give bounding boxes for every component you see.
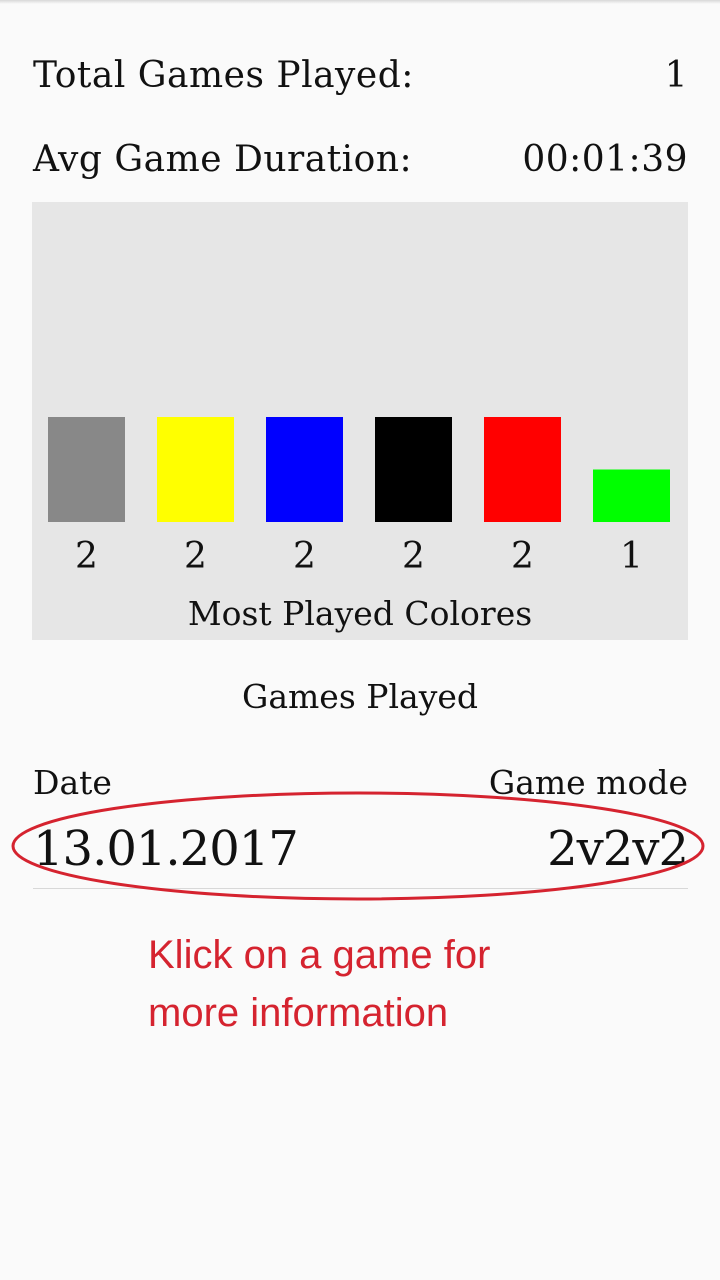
bar-value-gray: 2 bbox=[75, 536, 98, 577]
bar-gray bbox=[48, 417, 125, 522]
total-games-value: 1 bbox=[664, 55, 688, 96]
games-table-header: Date Game mode bbox=[33, 758, 688, 808]
annotation-line-2: more information bbox=[148, 991, 449, 1035]
header-game-mode: Game mode bbox=[488, 763, 688, 802]
game-mode: 2v2v2 bbox=[547, 821, 689, 877]
bar-value-yellow: 2 bbox=[184, 536, 207, 577]
annotation-line-1: Klick on a game for bbox=[148, 933, 491, 977]
bar-value-black: 2 bbox=[402, 536, 425, 577]
bar-black bbox=[375, 417, 452, 522]
avg-duration-value: 00:01:39 bbox=[522, 139, 688, 180]
header-date: Date bbox=[33, 763, 112, 802]
chart-title: Most Played Colores bbox=[187, 594, 533, 633]
games-played-title: Games Played bbox=[241, 677, 478, 716]
bar-yellow bbox=[157, 417, 234, 522]
bar-value-blue: 2 bbox=[293, 536, 316, 577]
bar-red bbox=[484, 417, 561, 522]
most-played-colors-chart: 2 2 2 2 2 1 Most Played Colores bbox=[32, 202, 688, 640]
bar-value-red: 2 bbox=[511, 536, 534, 577]
total-games-label: Total Games Played: bbox=[33, 55, 414, 96]
color-bar-chart: 2 2 2 2 2 1 bbox=[48, 417, 670, 577]
avg-duration-row: Avg Game Duration: 00:01:39 bbox=[33, 130, 688, 190]
annotation-text: Klick on a game for more information bbox=[148, 926, 668, 1042]
game-date: 13.01.2017 bbox=[33, 821, 299, 877]
total-games-row: Total Games Played: 1 bbox=[33, 46, 688, 106]
top-shadow bbox=[0, 0, 720, 4]
avg-duration-label: Avg Game Duration: bbox=[33, 139, 413, 180]
bar-blue bbox=[266, 417, 343, 522]
bar-green bbox=[593, 469, 670, 522]
bar-value-green: 1 bbox=[620, 536, 643, 577]
game-row[interactable]: 13.01.2017 2v2v2 bbox=[33, 812, 689, 889]
